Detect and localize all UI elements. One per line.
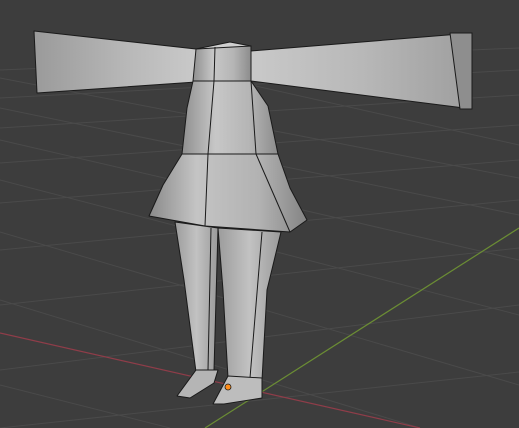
left-leg: [174, 221, 219, 373]
character-mesh[interactable]: [33, 30, 473, 405]
torso: [181, 80, 279, 155]
viewport-canvas[interactable]: [0, 0, 519, 428]
right-foot: [212, 375, 263, 405]
3d-viewport[interactable]: [0, 0, 519, 428]
right-leg: [217, 227, 282, 381]
left-arm: [33, 30, 197, 94]
right-arm: [250, 32, 473, 110]
origin-dot[interactable]: [224, 383, 232, 391]
shoulder-block: [192, 45, 252, 82]
skirt: [148, 153, 308, 233]
